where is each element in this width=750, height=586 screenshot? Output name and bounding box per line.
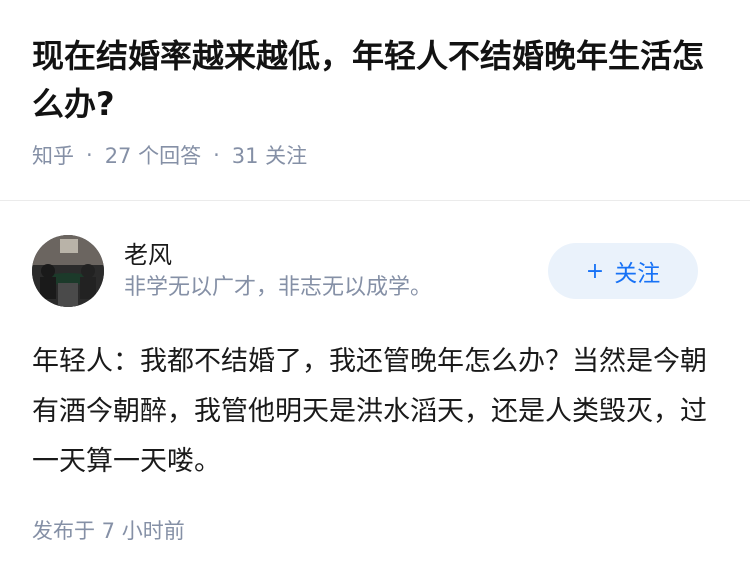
avatar[interactable]: [32, 235, 104, 307]
plus-icon: +: [585, 258, 605, 284]
divider: [0, 200, 750, 201]
answer-content[interactable]: 年轻人：我都不结婚了，我还管晚年怎么办？当然是今朝有酒今朝醉，我管他明天是洪水滔…: [32, 337, 712, 487]
question-title[interactable]: 现在结婚率越来越低，年轻人不结婚晚年生活怎么办?: [32, 32, 718, 128]
question-meta: 知乎 · 27 个回答 · 31 关注: [32, 140, 718, 170]
separator-dot: ·: [213, 143, 220, 167]
author-info: 老风 非学无以广才，非志无以成学。: [124, 238, 432, 304]
author-name[interactable]: 老风: [124, 238, 432, 272]
follow-button-label: 关注: [614, 261, 661, 287]
author-bio: 非学无以广才，非志无以成学。: [124, 275, 433, 300]
publish-time: 发布于 7 小时前: [32, 519, 185, 543]
source-label[interactable]: 知乎: [32, 140, 74, 170]
follow-button[interactable]: + 关注: [548, 243, 698, 299]
followers-count[interactable]: 31 关注: [232, 140, 307, 170]
answer-card: 老风 非学无以广才，非志无以成学。 + 关注 年轻人：我都不结婚了，我还管晚年怎…: [0, 235, 750, 545]
answers-count[interactable]: 27 个回答: [105, 140, 201, 170]
separator-dot: ·: [86, 143, 93, 167]
author-row: 老风 非学无以广才，非志无以成学。 + 关注: [32, 235, 718, 307]
question-header: 现在结婚率越来越低，年轻人不结婚晚年生活怎么办? 知乎 · 27 个回答 · 3…: [0, 0, 750, 168]
avatar-image: [32, 235, 104, 307]
